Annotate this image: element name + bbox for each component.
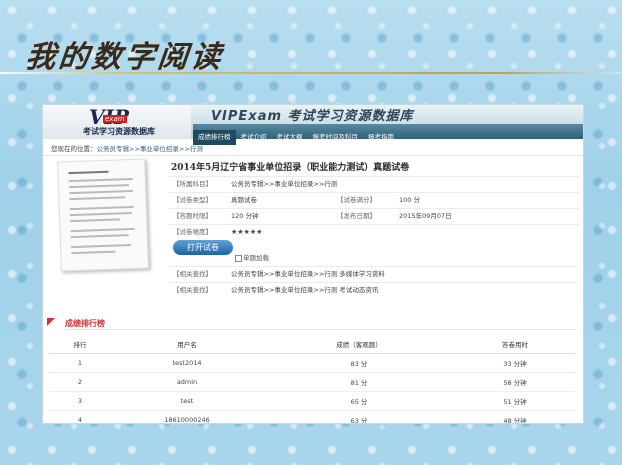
info-row-time: 【答题时限】 120 分钟 【发布日期】 2015年09月07日 <box>169 208 579 224</box>
ranking-header: 成绩排行榜 <box>43 316 583 330</box>
info-row-difficulty: 【试卷难度】 ★★★★★ <box>169 224 579 240</box>
site-logo[interactable]: VIP exam 考试学习资源数据库 <box>43 105 191 139</box>
exam-title: 2014年5月辽宁省事业单位招录（职业能力测试）真题试卷 <box>171 163 410 173</box>
subject-link[interactable]: 公务员专辑>>事业单位招录>>行测 <box>231 177 337 192</box>
nav-item-guide[interactable]: 报考指南 <box>363 130 399 145</box>
single-load-checkbox[interactable] <box>235 254 242 262</box>
logo-exam-badge: exam <box>103 115 127 123</box>
rank-cell: 2 <box>49 372 111 392</box>
title-divider <box>0 72 622 74</box>
nav-item-schedule[interactable]: 报考时间及科目 <box>308 130 364 145</box>
info-label: 【试卷满分】 <box>337 196 376 204</box>
info-label: 【所属科目】 <box>173 180 212 188</box>
info-label: 【相关查找】 <box>173 286 212 294</box>
info-row-subject: 【所属科目】 公务员专辑>>事业单位招录>>行测 <box>169 176 579 192</box>
table-row: 3 test 65 分 51 分钟 <box>49 391 575 411</box>
difficulty-stars: ★★★★★ <box>231 228 263 236</box>
col-duration: 答卷用时 <box>455 335 575 354</box>
duration-cell: 33 分钟 <box>455 353 575 373</box>
rank-cell: 4 <box>49 410 111 423</box>
info-value: 100 分 <box>399 196 420 204</box>
page-title: 我的数字阅读 <box>23 40 226 75</box>
open-exam-button[interactable]: 打开试卷 <box>173 240 233 255</box>
ranking-table: 排行 用户名 成绩（客观题） 答卷用时 1 test2014 83 分 33 分… <box>49 335 575 423</box>
exam-detail: 2014年5月辽宁省事业单位招录（职业能力测试）真题试卷 【所属科目】 公务员专… <box>43 156 583 306</box>
col-username: 用户名 <box>111 335 263 354</box>
banner-title: VIPExam 考试学习资源数据库 <box>211 109 414 124</box>
exam-panel: VIP exam 考试学习资源数据库 VIPExam 考试学习资源数据库 成绩排… <box>42 104 584 424</box>
info-value: 真题试卷 <box>231 196 257 204</box>
breadcrumb-trail[interactable]: 公务员专辑>>事业单位招录>>行测 <box>97 145 203 153</box>
ranking-divider <box>65 329 577 330</box>
info-label: 【试卷难度】 <box>173 228 212 236</box>
info-value: 2015年09月07日 <box>399 212 452 220</box>
single-load-label: 单题加载 <box>243 254 269 262</box>
info-label: 【答题时限】 <box>173 212 212 220</box>
duration-cell: 58 分钟 <box>455 372 575 392</box>
info-label: 【试卷类型】 <box>173 196 212 204</box>
single-load-option[interactable]: 单题加载 <box>235 252 269 262</box>
exam-thumbnail[interactable] <box>57 158 149 272</box>
related-media-link[interactable]: 公务员专辑>>事业单位招录>>行测 多媒体学习资料 <box>231 267 385 282</box>
related-news-link[interactable]: 公务员专辑>>事业单位招录>>行测 考试动态资讯 <box>231 283 378 298</box>
info-label: 【发布日期】 <box>337 212 376 220</box>
table-row: 4 18610000246 63 分 48 分钟 <box>49 410 575 423</box>
score-cell: 81 分 <box>263 372 455 392</box>
nav-item-syllabus[interactable]: 考试大纲 <box>272 130 308 145</box>
username-cell: 18610000246 <box>111 410 263 423</box>
nav-item-intro[interactable]: 考试介绍 <box>236 130 272 145</box>
username-cell: test2014 <box>111 353 263 373</box>
flag-icon <box>47 318 55 326</box>
score-cell: 83 分 <box>263 353 455 373</box>
info-label: 【相关查找】 <box>173 270 212 278</box>
duration-cell: 51 分钟 <box>455 391 575 411</box>
info-row-related-news: 【相关查找】 公务员专辑>>事业单位招录>>行测 考试动态资讯 <box>169 282 579 298</box>
username-cell: admin <box>111 372 263 392</box>
duration-cell: 48 分钟 <box>455 410 575 423</box>
score-cell: 63 分 <box>263 410 455 423</box>
info-row-related-media: 【相关查找】 公务员专辑>>事业单位招录>>行测 多媒体学习资料 <box>169 266 579 282</box>
info-row-type: 【试卷类型】 真题试卷 【试卷满分】 100 分 <box>169 192 579 208</box>
site-banner: VIP exam 考试学习资源数据库 VIPExam 考试学习资源数据库 成绩排… <box>43 105 583 145</box>
col-rank: 排行 <box>49 335 111 354</box>
rank-cell: 1 <box>49 353 111 373</box>
breadcrumb-prefix: 您现在的位置： <box>51 145 97 153</box>
table-row: 1 test2014 83 分 33 分钟 <box>49 353 575 373</box>
main-nav: 成绩排行榜 考试介绍 考试大纲 报考时间及科目 报考指南 <box>193 124 583 145</box>
nav-item-ranking[interactable]: 成绩排行榜 <box>193 130 236 145</box>
col-score: 成绩（客观题） <box>263 335 455 354</box>
username-cell: test <box>111 391 263 411</box>
logo-subtitle: 考试学习资源数据库 <box>83 127 155 136</box>
ranking-title: 成绩排行榜 <box>65 319 105 328</box>
table-row: 2 admin 81 分 58 分钟 <box>49 372 575 392</box>
table-header-row: 排行 用户名 成绩（客观题） 答卷用时 <box>49 335 575 354</box>
rank-cell: 3 <box>49 391 111 411</box>
info-value: 120 分钟 <box>231 212 259 220</box>
score-cell: 65 分 <box>263 391 455 411</box>
